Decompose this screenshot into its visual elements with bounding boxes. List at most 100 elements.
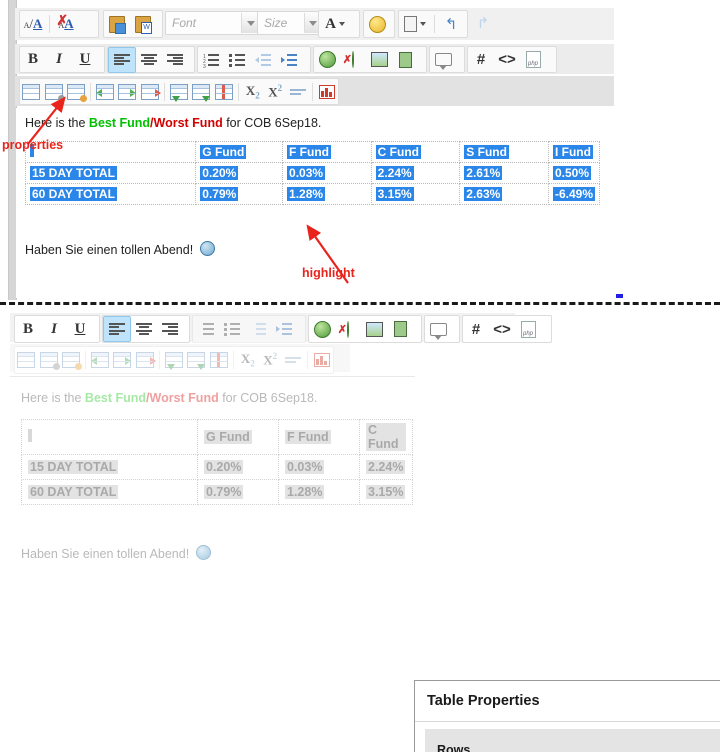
php-snippet-button[interactable]: php <box>515 317 541 341</box>
source-code-button[interactable]: <> <box>489 317 515 341</box>
unordered-list-button[interactable] <box>219 317 245 341</box>
bold-button[interactable]: B <box>15 317 41 341</box>
table-row[interactable]: 15 DAY TOTAL 0.20% 0.03% 2.24% <box>22 455 413 480</box>
insert-link-button[interactable] <box>314 48 340 72</box>
superscript-button[interactable]: X2 <box>264 80 286 104</box>
subscript-button[interactable]: X2 <box>242 80 264 104</box>
table-header-cell[interactable]: F Fund <box>279 420 360 455</box>
delete-table-button[interactable] <box>65 80 87 104</box>
font-family-select[interactable]: Font <box>165 11 261 35</box>
insert-image-button[interactable] <box>361 317 387 341</box>
anchor-button[interactable]: # <box>468 48 494 72</box>
table-row-label[interactable]: 15 DAY TOTAL <box>22 455 198 480</box>
insert-media-button[interactable] <box>392 48 418 72</box>
ordered-list-button[interactable]: 1 2 3 <box>198 48 224 72</box>
chart-button[interactable] <box>316 80 338 104</box>
italic-button[interactable]: I <box>46 48 72 72</box>
table-row[interactable]: 15 DAY TOTAL 0.20% 0.03% 2.24% 2.61% 0.5… <box>26 163 600 184</box>
horizontal-rule-button[interactable] <box>281 348 303 372</box>
table-row[interactable]: G Fund F Fund C Fund S Fund I Fund <box>26 142 600 163</box>
insert-image-button[interactable] <box>366 48 392 72</box>
table-row[interactable]: 60 DAY TOTAL 0.79% 1.28% 3.15% <box>22 480 413 505</box>
table-cell[interactable]: 0.03% <box>279 455 360 480</box>
table-cell[interactable]: 1.28% <box>279 480 360 505</box>
horizontal-rule-button[interactable] <box>286 80 308 104</box>
ordered-list-button[interactable] <box>193 317 219 341</box>
attachment-icon[interactable] <box>399 12 431 36</box>
table-cell[interactable]: 0.03% <box>283 163 372 184</box>
align-center-button[interactable] <box>131 317 157 341</box>
font-size-select[interactable]: Size <box>257 11 322 35</box>
table-cell[interactable]: 0.79% <box>196 184 283 205</box>
table-header-cell[interactable]: S Fund <box>460 142 549 163</box>
underline-button[interactable]: U <box>67 317 93 341</box>
delete-column-button[interactable] <box>139 80 161 104</box>
insert-row-above-button[interactable] <box>168 80 190 104</box>
align-right-button[interactable] <box>162 48 188 72</box>
bold-button[interactable]: B <box>20 48 46 72</box>
table-header-cell[interactable]: C Fund <box>371 142 460 163</box>
comment-button[interactable] <box>430 48 456 72</box>
table-cell[interactable]: 2.61% <box>460 163 549 184</box>
table-header-cell[interactable]: I Fund <box>548 142 599 163</box>
table-header-cell[interactable]: C Fund <box>360 420 413 455</box>
paste-icon[interactable] <box>104 12 130 36</box>
undo-icon[interactable]: ↰ <box>438 12 464 36</box>
align-left-button[interactable] <box>108 47 136 73</box>
align-right-button[interactable] <box>157 317 183 341</box>
indent-button[interactable] <box>276 48 302 72</box>
underline-button[interactable]: U <box>72 48 98 72</box>
unlink-button[interactable]: ✗ <box>335 317 361 341</box>
insert-table-button[interactable] <box>15 348 37 372</box>
insert-media-button[interactable] <box>387 317 413 341</box>
remove-format-icon[interactable]: A/A <box>20 12 46 36</box>
table-cell[interactable]: 2.24% <box>360 455 413 480</box>
table-row[interactable]: G Fund F Fund C Fund <box>22 420 413 455</box>
insert-column-right-button[interactable] <box>111 348 133 372</box>
table-properties-button[interactable] <box>37 348 59 372</box>
insert-table-button[interactable] <box>20 80 42 104</box>
align-center-button[interactable] <box>136 48 162 72</box>
insert-column-left-button[interactable] <box>94 80 116 104</box>
align-left-button[interactable] <box>103 316 131 342</box>
table-header-cell[interactable]: F Fund <box>283 142 372 163</box>
table-cell[interactable]: 3.15% <box>371 184 460 205</box>
unordered-list-button[interactable] <box>224 48 250 72</box>
table-header-cell[interactable]: G Fund <box>196 142 283 163</box>
insert-row-above-button[interactable] <box>163 348 185 372</box>
italic-button[interactable]: I <box>41 317 67 341</box>
table-cell[interactable]: 2.63% <box>460 184 549 205</box>
bottom-editor-content[interactable]: Here is the Best Fund/Worst Fund for COB… <box>10 376 415 752</box>
subscript-button[interactable]: X2 <box>237 348 259 372</box>
superscript-button[interactable]: X2 <box>259 348 281 372</box>
unlink-button[interactable]: ✗ <box>340 48 366 72</box>
table-row-label[interactable]: 60 DAY TOTAL <box>26 184 196 205</box>
anchor-button[interactable]: # <box>463 317 489 341</box>
table-row-label[interactable]: 15 DAY TOTAL <box>26 163 196 184</box>
table-cell[interactable]: 1.28% <box>283 184 372 205</box>
delete-row-button[interactable] <box>212 80 234 104</box>
table-cell[interactable]: -6.49% <box>548 184 599 205</box>
insert-column-right-button[interactable] <box>116 80 138 104</box>
source-code-button[interactable]: <> <box>494 48 520 72</box>
table-cell[interactable]: 0.79% <box>198 480 279 505</box>
insert-link-button[interactable] <box>309 317 335 341</box>
insert-row-below-button[interactable] <box>185 348 207 372</box>
comment-button[interactable] <box>425 317 451 341</box>
table-properties-button[interactable] <box>42 80 64 104</box>
table-cell[interactable]: 0.50% <box>548 163 599 184</box>
table-cell[interactable]: 3.15% <box>360 480 413 505</box>
insert-column-left-button[interactable] <box>89 348 111 372</box>
table-cell[interactable]: 2.24% <box>371 163 460 184</box>
top-fund-table[interactable]: G Fund F Fund C Fund S Fund I Fund 15 DA… <box>25 141 600 205</box>
table-row[interactable]: 60 DAY TOTAL 0.79% 1.28% 3.15% 2.63% -6.… <box>26 184 600 205</box>
emoticon-icon[interactable] <box>364 12 390 36</box>
chart-button[interactable] <box>311 348 333 372</box>
table-cell[interactable]: 0.20% <box>196 163 283 184</box>
paste-from-word-icon[interactable]: W <box>130 12 156 36</box>
indent-button[interactable] <box>271 317 297 341</box>
table-cell[interactable]: 0.20% <box>198 455 279 480</box>
delete-row-button[interactable] <box>207 348 229 372</box>
clear-format-icon[interactable]: AA✗ <box>53 12 79 36</box>
table-row-label[interactable]: 60 DAY TOTAL <box>22 480 198 505</box>
